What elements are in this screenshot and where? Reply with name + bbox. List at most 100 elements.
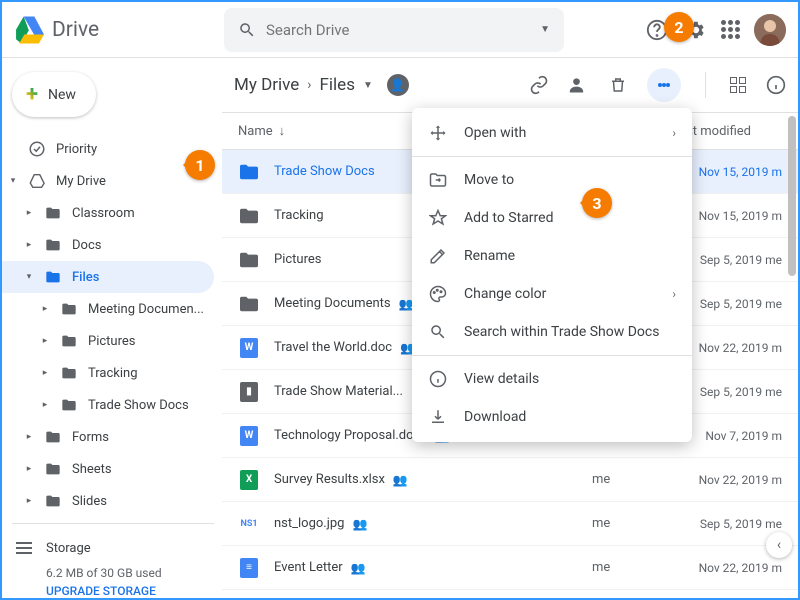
expand-icon[interactable]: ▸	[40, 400, 50, 410]
sidebar-item-sheets[interactable]: ▸Sheets	[2, 453, 214, 485]
storage-icon	[16, 542, 32, 554]
search-input[interactable]	[266, 21, 530, 39]
palette-icon	[428, 285, 448, 303]
menu-move-to[interactable]: Move to	[412, 161, 692, 199]
file-icon: ▮	[238, 381, 260, 403]
trash-icon[interactable]	[609, 75, 627, 95]
sort-arrow-icon: ↓	[279, 123, 286, 139]
crumb-files[interactable]: Files	[320, 75, 355, 95]
sidebar-item-tracking[interactable]: ▸Tracking	[2, 357, 214, 389]
sidebar-item-slides[interactable]: ▸Slides	[2, 485, 214, 517]
drive-logo-icon	[14, 16, 44, 44]
file-icon: X	[238, 469, 260, 491]
star-icon	[428, 209, 448, 227]
sidebar-item-forms[interactable]: ▸Forms	[2, 421, 214, 453]
chevron-right-icon: ›	[307, 77, 311, 93]
storage-usage: 6.2 MB of 30 GB used	[2, 566, 214, 580]
file-modified: Sep 5, 2019 me	[672, 517, 782, 531]
file-owner: me	[592, 560, 672, 575]
folder-icon	[60, 334, 78, 348]
sidebar-item-files[interactable]: ▾Files	[2, 261, 214, 293]
folder-icon	[44, 270, 62, 284]
scroll-right-button[interactable]: ‹	[766, 532, 792, 558]
menu-rename[interactable]: Rename	[412, 237, 692, 275]
folder-icon	[44, 462, 62, 476]
expand-icon[interactable]: ▸	[24, 208, 34, 218]
folder-icon	[60, 366, 78, 380]
priority-icon	[28, 140, 46, 158]
expand-icon[interactable]: ▸	[24, 464, 34, 474]
file-icon	[238, 161, 260, 183]
menu-change-color[interactable]: Change color ›	[412, 275, 692, 313]
share-icon[interactable]	[569, 75, 589, 95]
folder-icon	[44, 494, 62, 508]
file-modified: Nov 22, 2019 m	[672, 473, 782, 487]
toolbar: My Drive › Files ▼ 👤	[222, 58, 798, 112]
expand-icon[interactable]: ▸	[24, 432, 34, 442]
apps-icon[interactable]	[721, 20, 740, 39]
table-row[interactable]: ≡ Event Letter 👥 me Nov 22, 2019 m	[222, 546, 798, 590]
scrollbar[interactable]	[788, 116, 796, 276]
chevron-down-icon[interactable]: ▼	[363, 80, 373, 91]
folder-icon	[60, 398, 78, 412]
menu-add-to-starred[interactable]: Add to Starred	[412, 199, 692, 237]
new-button[interactable]: + New	[12, 72, 96, 117]
info-icon[interactable]	[766, 75, 786, 95]
new-label: New	[48, 87, 76, 103]
grid-view-icon[interactable]	[730, 77, 746, 93]
file-icon	[238, 205, 260, 227]
file-icon: ≡	[238, 557, 260, 579]
expand-icon[interactable]: ▸	[24, 496, 34, 506]
search-dropdown-icon[interactable]: ▼	[540, 24, 550, 35]
file-modified: Nov 22, 2019 m	[672, 561, 782, 575]
file-icon: W	[238, 425, 260, 447]
crumb-my-drive[interactable]: My Drive	[234, 75, 299, 95]
sidebar-item-pictures[interactable]: ▸Pictures	[2, 325, 214, 357]
toolbar-icons	[529, 68, 786, 102]
menu-open-with[interactable]: Open with ›	[412, 114, 692, 152]
upgrade-storage-link[interactable]: UPGRADE STORAGE	[2, 584, 214, 598]
chevron-right-icon: ›	[672, 287, 676, 301]
separator	[705, 72, 706, 98]
open-with-icon	[428, 124, 448, 142]
table-row[interactable]: X Survey Results.xlsx 👥 me Nov 22, 2019 …	[222, 458, 798, 502]
app-name: Drive	[52, 18, 99, 42]
menu-search-within[interactable]: Search within Trade Show Docs	[412, 313, 692, 351]
sidebar-item-meeting-documents[interactable]: ▸Meeting Documen...	[2, 293, 214, 325]
logo-area[interactable]: Drive	[14, 16, 214, 44]
file-icon	[238, 293, 260, 315]
file-name: nst_logo.jpg 👥	[274, 516, 592, 531]
chevron-right-icon: ›	[672, 126, 676, 140]
file-owner: me	[592, 516, 672, 531]
collapse-icon[interactable]: ▾	[24, 272, 34, 282]
expand-icon[interactable]: ▸	[40, 336, 50, 346]
annotation-badge-1: 1	[185, 150, 215, 180]
expand-icon[interactable]: ▸	[40, 304, 50, 314]
expand-icon[interactable]: ▸	[24, 240, 34, 250]
shared-icon: 👥	[393, 473, 408, 487]
link-icon[interactable]	[529, 75, 549, 95]
file-icon: NS1	[238, 513, 260, 535]
drive-icon	[28, 174, 46, 188]
sidebar-item-storage[interactable]: Storage	[2, 530, 214, 566]
more-actions-button[interactable]	[647, 68, 681, 102]
menu-view-details[interactable]: View details	[412, 360, 692, 398]
sidebar-item-docs[interactable]: ▸Docs	[2, 229, 214, 261]
search-icon	[238, 21, 256, 39]
shared-users-icon[interactable]: 👤	[387, 74, 409, 96]
expand-icon[interactable]: ▾	[8, 176, 18, 186]
sidebar-item-trade-show-docs[interactable]: ▸Trade Show Docs	[2, 389, 214, 421]
folder-icon	[60, 302, 78, 316]
sidebar-item-classroom[interactable]: ▸Classroom	[2, 197, 214, 229]
annotation-badge-3: 3	[582, 188, 612, 218]
sidebar: + New Priority ▾ My Drive ▸Classroom ▸Do…	[2, 58, 222, 598]
file-owner: me	[592, 472, 672, 487]
folder-icon	[44, 206, 62, 220]
breadcrumb: My Drive › Files ▼ 👤	[234, 74, 409, 96]
menu-download[interactable]: Download	[412, 398, 692, 436]
avatar[interactable]	[754, 14, 786, 46]
search-bar[interactable]: ▼	[224, 8, 564, 52]
expand-icon[interactable]: ▸	[40, 368, 50, 378]
table-row[interactable]: NS1 nst_logo.jpg 👥 me Sep 5, 2019 me	[222, 502, 798, 546]
shared-icon: 👥	[351, 561, 366, 575]
